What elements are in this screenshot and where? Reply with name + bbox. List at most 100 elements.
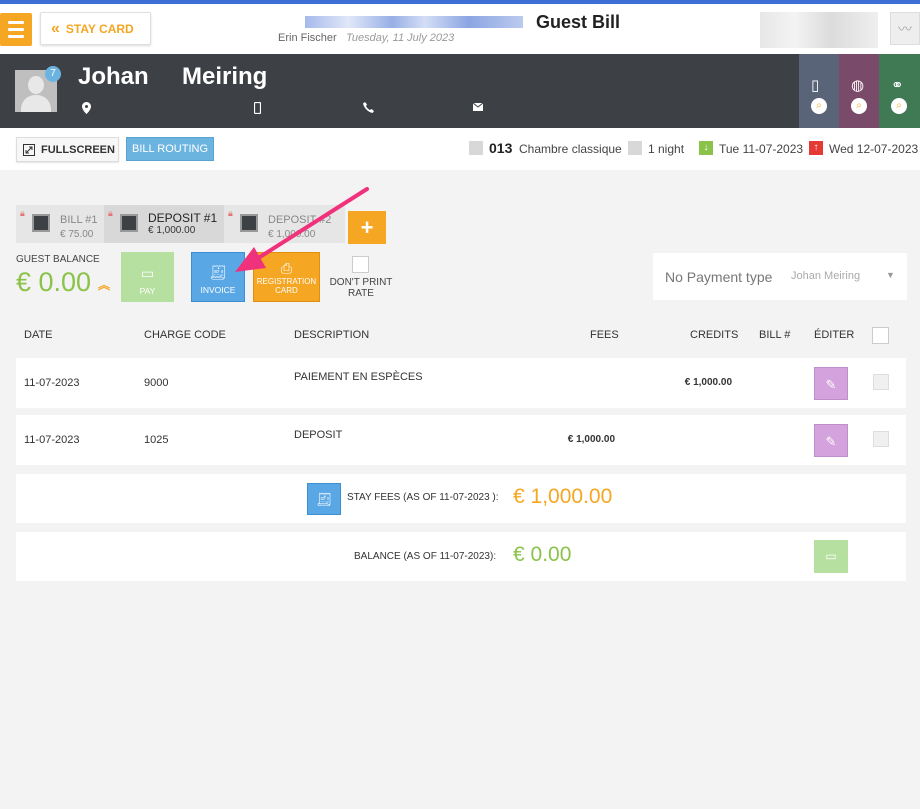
- wallet-icon: ▭: [140, 265, 155, 281]
- guest-balance-value: € 0.00: [16, 267, 92, 297]
- location-pin-icon: [82, 102, 91, 117]
- table-row[interactable]: 11-07-2023 9000 PAIEMENT EN ESPÈCES € 1,…: [16, 358, 906, 408]
- business-date: Tuesday, 11 July 2023: [346, 32, 455, 44]
- column-header-charge-code: CHARGE CODE: [144, 329, 226, 341]
- arrow-down-icon: ↓: [699, 141, 713, 155]
- bill-tab-name: BILL #1: [60, 214, 98, 226]
- nights-count: 1 night: [648, 142, 685, 156]
- lock-icon: 🔒︎: [20, 208, 25, 218]
- guest-thumbnail: [240, 214, 258, 232]
- invoice-label: INVOICE: [200, 285, 236, 295]
- caret-down-icon: ▼: [886, 270, 895, 280]
- phone-icon: [363, 102, 374, 116]
- payment-type-select[interactable]: No Payment type Johan Meiring ▼: [653, 253, 907, 300]
- menu-bar-icon: [8, 21, 24, 24]
- double-chevron-up-icon[interactable]: ︽: [98, 276, 110, 293]
- mobile-phone-icon: [253, 101, 262, 117]
- current-user: Erin Fischer: [278, 32, 337, 44]
- printer-icon: ⎙: [280, 260, 293, 276]
- pay-balance-button[interactable]: ▭: [814, 540, 848, 573]
- receipt-icon: 🧾︎: [315, 492, 333, 507]
- blurred-hotel-logo: [760, 12, 878, 48]
- dont-print-rate-line-1: DON'T PRINT: [329, 277, 393, 288]
- avatar-head-shape: [28, 76, 44, 94]
- search-icon: ⌕: [891, 98, 907, 114]
- row-charge-code: 1025: [144, 434, 169, 446]
- receipt-icon: 🧾︎: [209, 264, 227, 280]
- payment-type-label: No Payment type: [665, 269, 773, 285]
- arrow-up-icon: ↑: [809, 141, 823, 155]
- payment-guest-name: Johan Meiring: [791, 270, 861, 282]
- app-header: « STAY CARD Guest Bill Erin Fischer Tues…: [0, 4, 920, 54]
- bill-tab-1[interactable]: 🔒︎ BILL #1 € 75.00: [16, 205, 104, 243]
- menu-bar-icon: [8, 35, 24, 38]
- registration-card-label-1: REGISTRATION: [256, 277, 317, 286]
- guest-thumbnail: [120, 214, 138, 232]
- column-header-edit: ÉDITER: [814, 329, 855, 341]
- departure-date: Wed 12-07-2023: [829, 142, 919, 156]
- arrival-date: Tue 11-07-2023: [719, 142, 804, 156]
- dont-print-rate-line-2: RATE: [348, 288, 374, 299]
- guest-balance-label: GUEST BALANCE: [16, 254, 100, 265]
- dont-print-rate-label: DON'T PRINT RATE: [328, 277, 394, 299]
- bed-icon: [469, 141, 483, 155]
- table-row[interactable]: 11-07-2023 1025 DEPOSIT € 1,000.00 ✎: [16, 415, 906, 465]
- loyalty-card-tile[interactable]: ⚭ ⌕: [879, 54, 920, 128]
- menu-bar-icon: [8, 28, 24, 31]
- bill-tab-amount: € 1,000.00: [148, 225, 196, 236]
- stay-fees-value: € 1,000.00: [513, 485, 613, 508]
- bill-tab-name: DEPOSIT #2: [268, 214, 332, 226]
- column-header-credits: CREDITS: [690, 329, 739, 341]
- pay-label: PAY: [139, 286, 156, 296]
- room-number: 013: [489, 140, 513, 156]
- bill-tab-deposit-1[interactable]: 🔒︎ DEPOSIT #1 € 1,000.00: [104, 205, 224, 243]
- search-icon: ⌕: [811, 98, 827, 114]
- edit-button[interactable]: ✎: [814, 424, 848, 457]
- row-credits: € 1,000.00: [684, 377, 732, 388]
- stay-card-button[interactable]: « STAY CARD: [40, 12, 151, 45]
- row-charge-code: 9000: [144, 377, 169, 389]
- blurred-hotel-name: [305, 16, 523, 28]
- add-bill-button[interactable]: +: [348, 211, 386, 244]
- bill-tab-amount: € 75.00: [60, 229, 94, 240]
- menu-button[interactable]: [0, 13, 32, 46]
- column-header-bill-number: BILL #: [759, 329, 791, 341]
- column-header-date: DATE: [24, 329, 53, 341]
- stay-fees-row: 🧾︎ STAY FEES (AS OF 11-07-2023 ): € 1,00…: [16, 474, 906, 523]
- select-all-checkbox[interactable]: [872, 327, 889, 344]
- expand-icon: [23, 143, 35, 156]
- stay-card-label: STAY CARD: [65, 21, 134, 36]
- guest-last-name: Meiring: [182, 63, 268, 90]
- registration-card-button[interactable]: ⎙ REGISTRATION CARD: [253, 252, 320, 302]
- moon-icon: [628, 141, 642, 155]
- lock-icon: 🔒︎: [228, 208, 233, 218]
- circles-icon: ⚭: [891, 77, 904, 94]
- invoice-receipt-button[interactable]: 🧾︎: [307, 483, 341, 515]
- balance-row: BALANCE (AS OF 11-07-2023): € 0.00 ▭: [16, 532, 906, 581]
- row-date: 11-07-2023: [24, 434, 80, 446]
- language-card-tile[interactable]: ◍ ⌕: [839, 54, 879, 128]
- document-icon: ▯: [811, 77, 820, 94]
- pay-button[interactable]: ▭ PAY: [121, 252, 174, 302]
- bill-tab-deposit-2[interactable]: 🔒︎ DEPOSIT #2 € 1,000.00: [224, 205, 345, 243]
- edit-button[interactable]: ✎: [814, 367, 848, 400]
- stay-fees-label: STAY FEES (AS OF 11-07-2023 ):: [347, 492, 499, 503]
- row-checkbox[interactable]: [873, 374, 889, 390]
- dont-print-rate-checkbox[interactable]: [352, 256, 369, 273]
- activity-button[interactable]: 〰: [890, 12, 920, 45]
- fullscreen-button[interactable]: FULLSCREEN: [16, 137, 119, 162]
- bill-tab-name: DEPOSIT #1: [148, 211, 218, 225]
- room-type: Chambre classique: [519, 142, 622, 156]
- row-checkbox[interactable]: [873, 431, 889, 447]
- guest-card-tile[interactable]: ▯ ⌕: [799, 54, 839, 128]
- invoice-button[interactable]: 🧾︎ INVOICE: [191, 252, 245, 302]
- guest-thumbnail: [32, 214, 50, 232]
- row-description: PAIEMENT EN ESPÈCES: [294, 371, 423, 383]
- row-date: 11-07-2023: [24, 377, 80, 389]
- bill-routing-button[interactable]: BILL ROUTING: [126, 137, 214, 161]
- row-description: DEPOSIT: [294, 429, 343, 441]
- bill-toolbar: FULLSCREEN BILL ROUTING 013 Chambre clas…: [0, 128, 920, 170]
- search-icon: ⌕: [851, 98, 867, 114]
- fullscreen-label: FULLSCREEN: [41, 143, 115, 156]
- row-fees: € 1,000.00: [567, 434, 615, 445]
